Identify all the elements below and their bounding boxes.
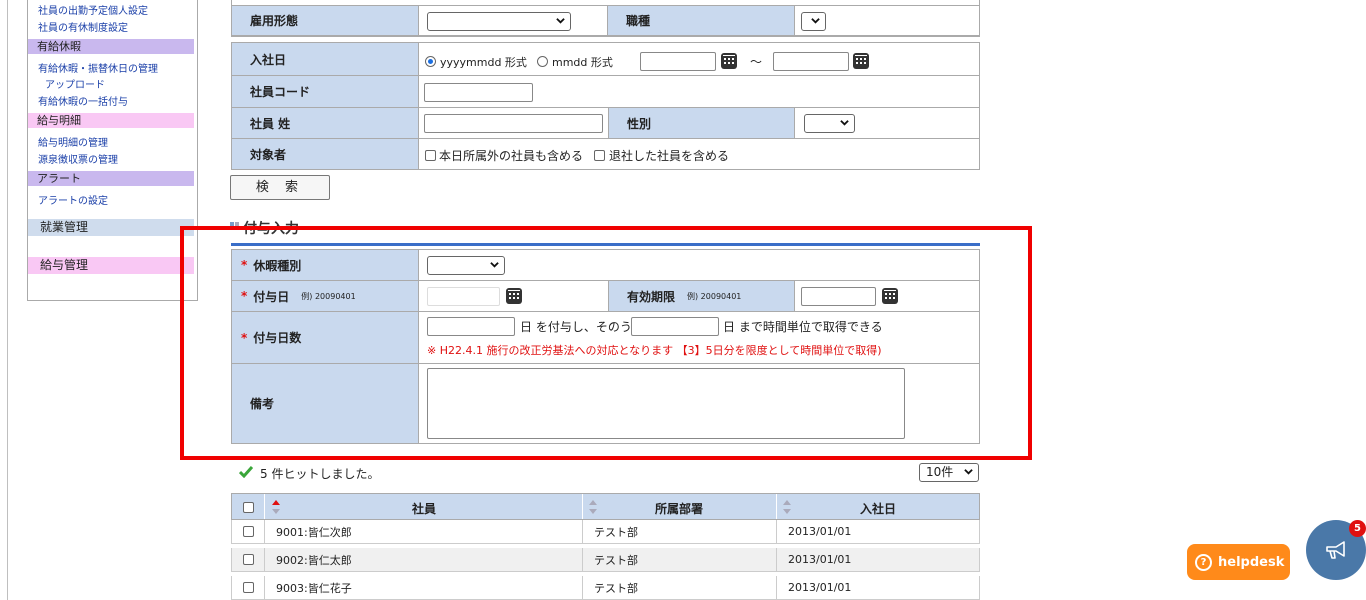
employment-type-select[interactable] bbox=[427, 12, 571, 31]
check-icon bbox=[239, 466, 253, 478]
row-checkbox[interactable] bbox=[243, 526, 254, 537]
sidebar-link-upload[interactable]: アップロード bbox=[45, 76, 105, 91]
divider bbox=[264, 494, 265, 519]
cell-employee[interactable]: 9002:皆仁太郎 bbox=[265, 548, 583, 571]
job-type-select[interactable] bbox=[801, 12, 826, 31]
cell-hire-date: 2013/01/01 bbox=[788, 581, 852, 594]
checkbox-other-dept[interactable] bbox=[425, 150, 436, 161]
column-employee[interactable]: 社員 bbox=[412, 500, 436, 517]
label-employee-code: 社員コード bbox=[232, 76, 419, 108]
checkbox-retired[interactable] bbox=[594, 150, 605, 161]
radio-yyyymmdd-label: yyyymmdd 形式 bbox=[440, 56, 527, 69]
cell-hire-date: 2013/01/01 bbox=[788, 553, 852, 566]
sort-icon[interactable] bbox=[589, 500, 597, 514]
per-page-select[interactable]: 10件 bbox=[919, 463, 979, 482]
sidebar: 社員の出勤予定個人設定 社員の有休制度設定 有給休暇 有給休暇・振替休日の管理 … bbox=[27, 0, 198, 301]
label-gender: 性別 bbox=[608, 108, 795, 139]
row-checkbox-cell bbox=[232, 548, 265, 571]
radio-mmdd-label: mmdd 形式 bbox=[552, 56, 613, 69]
divider bbox=[776, 494, 777, 519]
sidebar-link-leave-management[interactable]: 有給休暇・振替休日の管理 bbox=[38, 60, 158, 75]
chevron-down-icon bbox=[556, 18, 565, 24]
sidebar-section-alert: アラート bbox=[28, 171, 194, 186]
label-last-name: 社員 姓 bbox=[232, 108, 419, 139]
select-all-checkbox[interactable] bbox=[243, 502, 254, 513]
cell-dept: テスト部 bbox=[583, 520, 777, 543]
table-row[interactable]: 9003:皆仁花子 テスト部 2013/01/01 bbox=[231, 576, 980, 600]
checkbox-retired-label: 退社した社員を含める bbox=[609, 149, 730, 163]
radio-mmdd[interactable] bbox=[537, 56, 548, 67]
row-checkbox-cell bbox=[232, 520, 265, 543]
cell-dept: テスト部 bbox=[583, 548, 777, 571]
checkbox-other-dept-label: 本日所属外の社員も含める bbox=[439, 149, 584, 163]
sidebar-payroll-management[interactable]: 給与管理 bbox=[28, 257, 194, 274]
divider bbox=[231, 5, 980, 6]
label-hire-date: 入社日 bbox=[232, 43, 419, 76]
chevron-down-icon bbox=[840, 120, 849, 126]
label-employment-type: 雇用形態 bbox=[232, 6, 419, 36]
results-header: 社員 所属部署 入社日 bbox=[231, 493, 980, 520]
cell-hire-date: 2013/01/01 bbox=[788, 525, 852, 538]
chevron-down-icon bbox=[964, 469, 973, 475]
sidebar-link-leave-settings[interactable]: 社員の有休制度設定 bbox=[38, 19, 128, 34]
sidebar-link-payslip-management[interactable]: 給与明細の管理 bbox=[38, 134, 108, 149]
sidebar-link-withholding[interactable]: 源泉徴収票の管理 bbox=[38, 151, 118, 166]
cell-employee[interactable]: 9003:皆仁花子 bbox=[265, 576, 583, 599]
label-job-type: 職種 bbox=[608, 6, 795, 36]
row-checkbox-cell bbox=[232, 576, 265, 599]
last-name-input[interactable] bbox=[424, 114, 603, 133]
left-border-line bbox=[7, 0, 8, 600]
chevron-down-icon bbox=[811, 18, 820, 24]
sidebar-link-attendance-plan[interactable]: 社員の出勤予定個人設定 bbox=[38, 2, 148, 17]
divider bbox=[582, 494, 583, 519]
calendar-icon[interactable] bbox=[721, 53, 737, 69]
cell-employee[interactable]: 9001:皆仁次郎 bbox=[265, 520, 583, 543]
sort-icon[interactable] bbox=[783, 500, 791, 514]
hire-date-from-input[interactable] bbox=[640, 52, 716, 71]
helpdesk-button[interactable]: ? helpdesk bbox=[1187, 544, 1290, 580]
hit-count-text: 5 件ヒットしました。 bbox=[260, 467, 380, 481]
megaphone-icon bbox=[1326, 541, 1345, 559]
highlight-box bbox=[180, 226, 1032, 460]
row-checkbox[interactable] bbox=[243, 582, 254, 593]
column-hire-date[interactable]: 入社日 bbox=[860, 500, 896, 517]
sidebar-section-payslip: 給与明細 bbox=[28, 113, 194, 128]
table-row[interactable]: 9001:皆仁次郎 テスト部 2013/01/01 bbox=[231, 520, 980, 544]
cell-dept: テスト部 bbox=[583, 576, 777, 599]
column-dept[interactable]: 所属部署 bbox=[655, 500, 703, 517]
row-checkbox[interactable] bbox=[243, 554, 254, 565]
radio-yyyymmdd[interactable] bbox=[425, 56, 436, 67]
divider bbox=[419, 75, 979, 76]
range-tilde: ～ bbox=[750, 55, 763, 69]
calendar-icon[interactable] bbox=[853, 53, 869, 69]
gender-select[interactable] bbox=[804, 114, 855, 133]
notification-badge: 5 bbox=[1349, 520, 1366, 537]
search-button[interactable]: 検 索 bbox=[230, 175, 330, 200]
sidebar-section-paid-leave: 有給休暇 bbox=[28, 39, 194, 54]
sidebar-link-alert-settings[interactable]: アラートの設定 bbox=[38, 192, 108, 207]
label-target: 対象者 bbox=[232, 139, 419, 169]
sort-asc-icon[interactable] bbox=[272, 500, 280, 514]
sidebar-work-management[interactable]: 就業管理 bbox=[28, 219, 194, 236]
table-row[interactable]: 9002:皆仁太郎 テスト部 2013/01/01 bbox=[231, 548, 980, 572]
question-icon: ? bbox=[1195, 553, 1212, 571]
sidebar-link-bulk-grant[interactable]: 有給休暇の一括付与 bbox=[38, 93, 128, 108]
hire-date-to-input[interactable] bbox=[773, 52, 849, 71]
employee-code-input[interactable] bbox=[424, 83, 533, 102]
